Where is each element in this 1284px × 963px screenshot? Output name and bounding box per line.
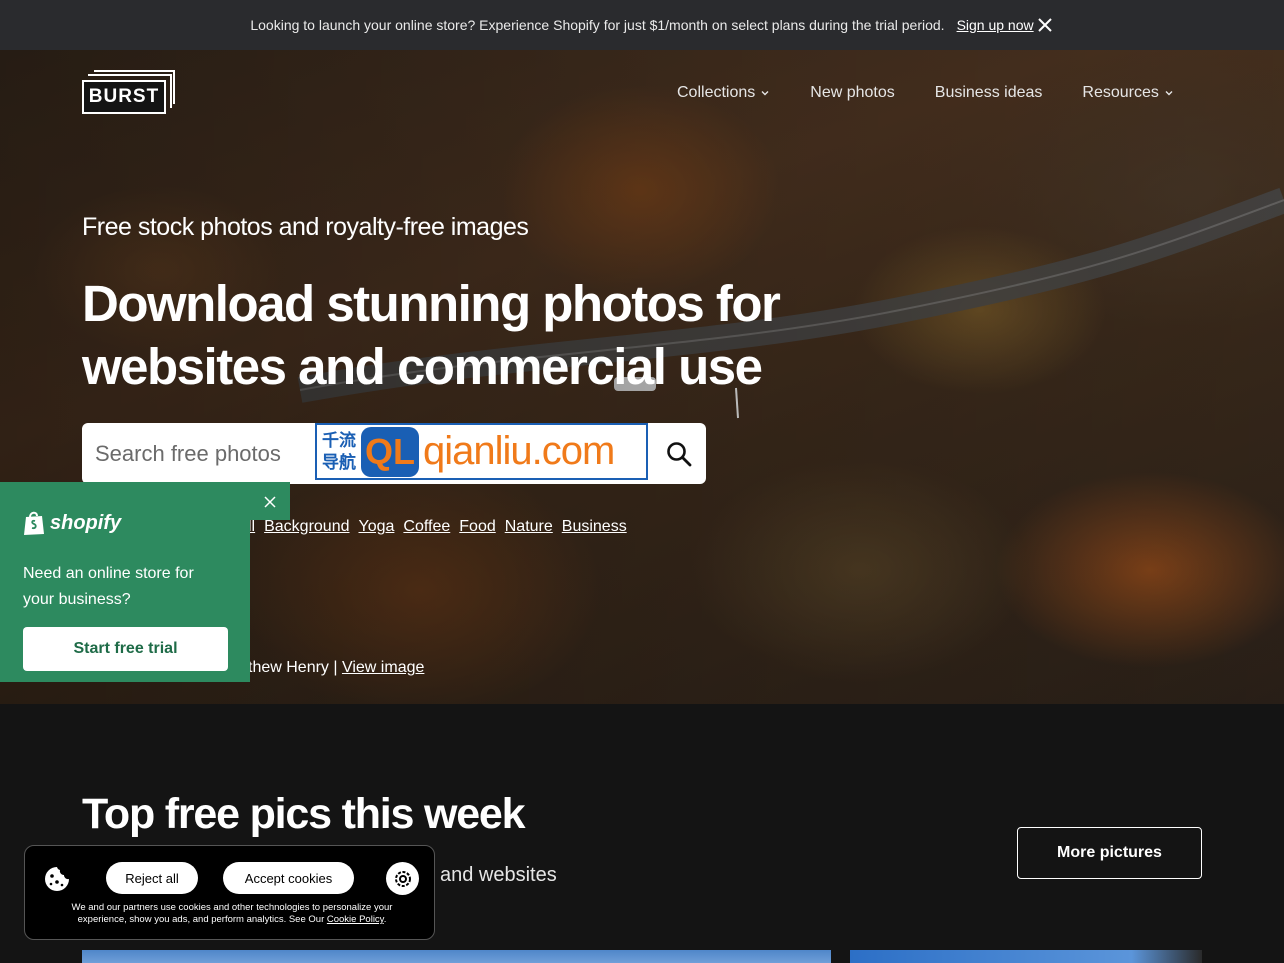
cookie-banner: Reject all Accept cookies We and our par… [24,845,435,940]
cookie-settings-button[interactable] [386,862,419,895]
close-icon[interactable] [1036,16,1054,34]
tag-yoga[interactable]: Yoga [359,518,395,536]
cookie-text: We and our partners use cookies and othe… [71,902,393,925]
tag-background[interactable]: Background [264,518,349,536]
search-bar: 千流 导航 QL qianliu.com [82,423,706,484]
search-icon[interactable] [664,439,694,469]
main-nav: Collections New photos Business ideas Re… [677,84,1214,102]
credit-text: thew Henry | [248,659,342,676]
nav-resources[interactable]: Resources [1082,84,1173,102]
section-subtitle: and websites [440,864,557,886]
nav-label: Collections [677,84,756,101]
nav-label: Business ideas [934,84,1043,101]
gear-icon [394,870,411,887]
close-icon[interactable] [264,496,276,508]
section-title: Top free pics this week [82,790,526,838]
hero-headline: Download stunning photos for websites an… [82,275,781,395]
announcement-bar: Looking to launch your online store? Exp… [0,0,1284,50]
cookie-policy-link[interactable]: Cookie Policy [327,914,384,925]
photo-thumbnail[interactable] [850,950,1202,963]
shopify-bag-icon [24,511,44,535]
popular-tags: ll Background Yoga Coffee Food Nature Bu… [248,518,636,536]
chevron-down-icon [761,91,769,96]
start-free-trial-button[interactable]: Start free trial [23,627,228,671]
nav-label: New photos [810,84,895,101]
view-image-link[interactable]: View image [342,659,424,676]
nav-label: Resources [1082,84,1159,101]
accept-cookies-button[interactable]: Accept cookies [223,862,354,894]
nav-collections[interactable]: Collections [677,84,770,102]
tag-coffee[interactable]: Coffee [403,518,450,536]
tag-nature[interactable]: Nature [505,518,553,536]
tag-business[interactable]: Business [562,518,627,536]
hero-tagline: Free stock photos and royalty-free image… [82,213,529,241]
watermark-domain: qianliu.com [423,429,615,473]
shopify-promo: shopify Need an online store for your bu… [0,482,250,682]
nav-business-ideas[interactable]: Business ideas [935,84,1043,102]
chevron-down-icon [1165,91,1173,96]
watermark-overlay: 千流 导航 QL qianliu.com [315,423,648,480]
watermark-ql: QL [361,426,419,477]
logo-text: BURST [82,80,166,114]
promo-text: Need an online store for your business? [23,565,194,608]
shopify-brand: shopify [23,510,121,536]
nav-new-photos[interactable]: New photos [810,84,895,102]
more-pictures-button[interactable]: More pictures [1017,827,1202,879]
signup-link[interactable]: Sign up now [957,17,1034,33]
photo-thumbnail[interactable] [82,950,831,963]
burst-logo[interactable]: BURST [82,70,178,116]
reject-all-button[interactable]: Reject all [106,862,198,894]
watermark-cn: 千流 导航 [322,430,356,473]
cookie-icon [45,867,69,891]
shopify-wordmark: shopify [50,511,122,534]
tag-food[interactable]: Food [459,518,495,536]
photo-credit: thew Henry | View image [248,659,424,677]
announcement-message: Looking to launch your online store? Exp… [250,17,945,33]
